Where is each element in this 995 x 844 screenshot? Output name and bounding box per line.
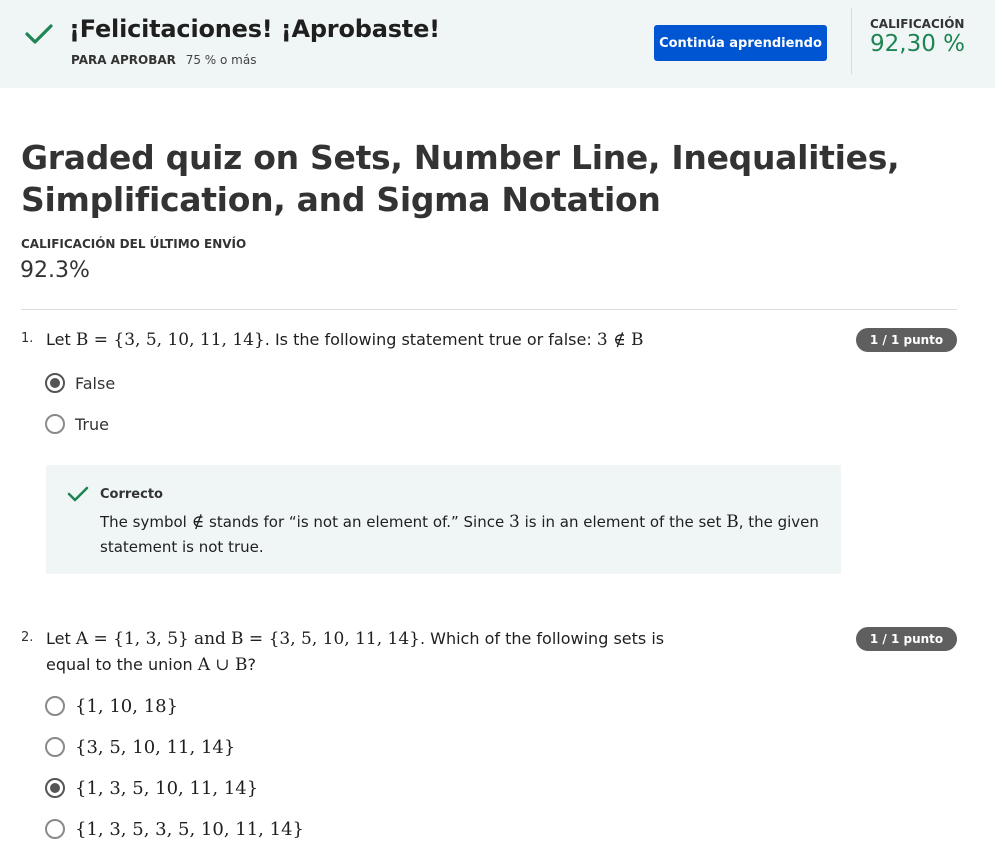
option-label: {1, 3, 5, 3, 5, 10, 11, 14} [75,818,304,840]
last-submission-label: CALIFICACIÓN DEL ÚLTIMO ENVÍO [21,237,247,251]
quiz-title: Graded quiz on Sets, Number Line, Inequa… [21,138,900,219]
success-banner: ¡Felicitaciones! ¡Aprobaste! PARA APROBA… [0,0,995,88]
banner-title: ¡Felicitaciones! ¡Aprobaste! [69,15,440,43]
answer-option[interactable]: False [45,371,115,395]
points-badge: 1 / 1 punto [856,328,957,352]
math-expression: and [193,629,226,649]
grade-label: CALIFICACIÓN [870,17,965,31]
answer-option[interactable]: True [45,412,109,436]
radio-button[interactable] [45,696,65,716]
feedback-panel: Correcto The symbol ∉ stands for “is not… [46,465,841,574]
answer-option[interactable]: {1, 10, 18} [45,694,178,718]
question-text: Let B = {3, 5, 10, 11, 14}. Is the follo… [46,327,826,353]
math-expression: B = {3, 5, 10, 11, 14} [75,330,265,350]
math-expression: 3 ∉ B [596,330,644,350]
feedback-text-segment: stands for “is not an element of.” Since [209,513,505,531]
question-text-segment: Let [46,629,71,648]
option-label: {1, 3, 5, 10, 11, 14} [75,777,259,799]
radio-button-selected[interactable] [45,373,65,393]
option-label: True [75,414,109,434]
question-number: 2. [21,630,34,645]
math-symbol: ∉ [191,512,205,532]
radio-button[interactable] [45,737,65,757]
checkmark-icon [25,24,53,44]
math-expression: B = {3, 5, 10, 11, 14} [231,629,420,649]
grade-value: 92,30 % [870,31,966,57]
math-symbol: B [726,512,739,532]
continue-learning-button[interactable]: Continúa aprendiendo [654,25,827,61]
question-number: 1. [21,331,34,346]
answer-option[interactable]: {3, 5, 10, 11, 14} [45,735,235,759]
pass-threshold: PARA APROBAR 75 % o más [71,53,256,67]
feedback-text-segment: is in an element of the set [524,513,722,531]
option-label: {1, 10, 18} [75,695,179,717]
option-label: {3, 5, 10, 11, 14} [75,736,236,758]
checkmark-icon [67,486,89,502]
last-submission-grade: 92.3% [20,258,90,283]
points-badge: 1 / 1 punto [856,627,957,651]
question-text: Let A = {1, 3, 5} and B = {3, 5, 10, 11,… [46,626,666,678]
banner-divider [851,8,852,74]
question-text-segment: ? [247,655,257,674]
feedback-text: The symbol ∉ stands for “is not an eleme… [100,510,820,560]
answer-option[interactable]: {1, 3, 5, 10, 11, 14} [45,776,258,800]
radio-button-selected[interactable] [45,778,65,798]
radio-button[interactable] [45,414,65,434]
pass-threshold-value: 75 % o más [185,53,257,67]
radio-button[interactable] [45,819,65,839]
answer-option[interactable]: {1, 3, 5, 3, 5, 10, 11, 14} [45,817,304,841]
question-text-segment: . Is the following statement true or fal… [264,330,592,349]
math-symbol: 3 [508,512,520,532]
section-divider [21,309,957,310]
feedback-text-segment: The symbol [100,513,187,531]
option-label: False [75,373,116,393]
pass-threshold-label: PARA APROBAR [71,53,176,67]
math-expression: A = {1, 3, 5} [75,629,189,649]
question-text-segment: Let [46,330,71,349]
math-expression: A ∪ B [197,655,248,675]
feedback-status: Correcto [100,487,163,502]
